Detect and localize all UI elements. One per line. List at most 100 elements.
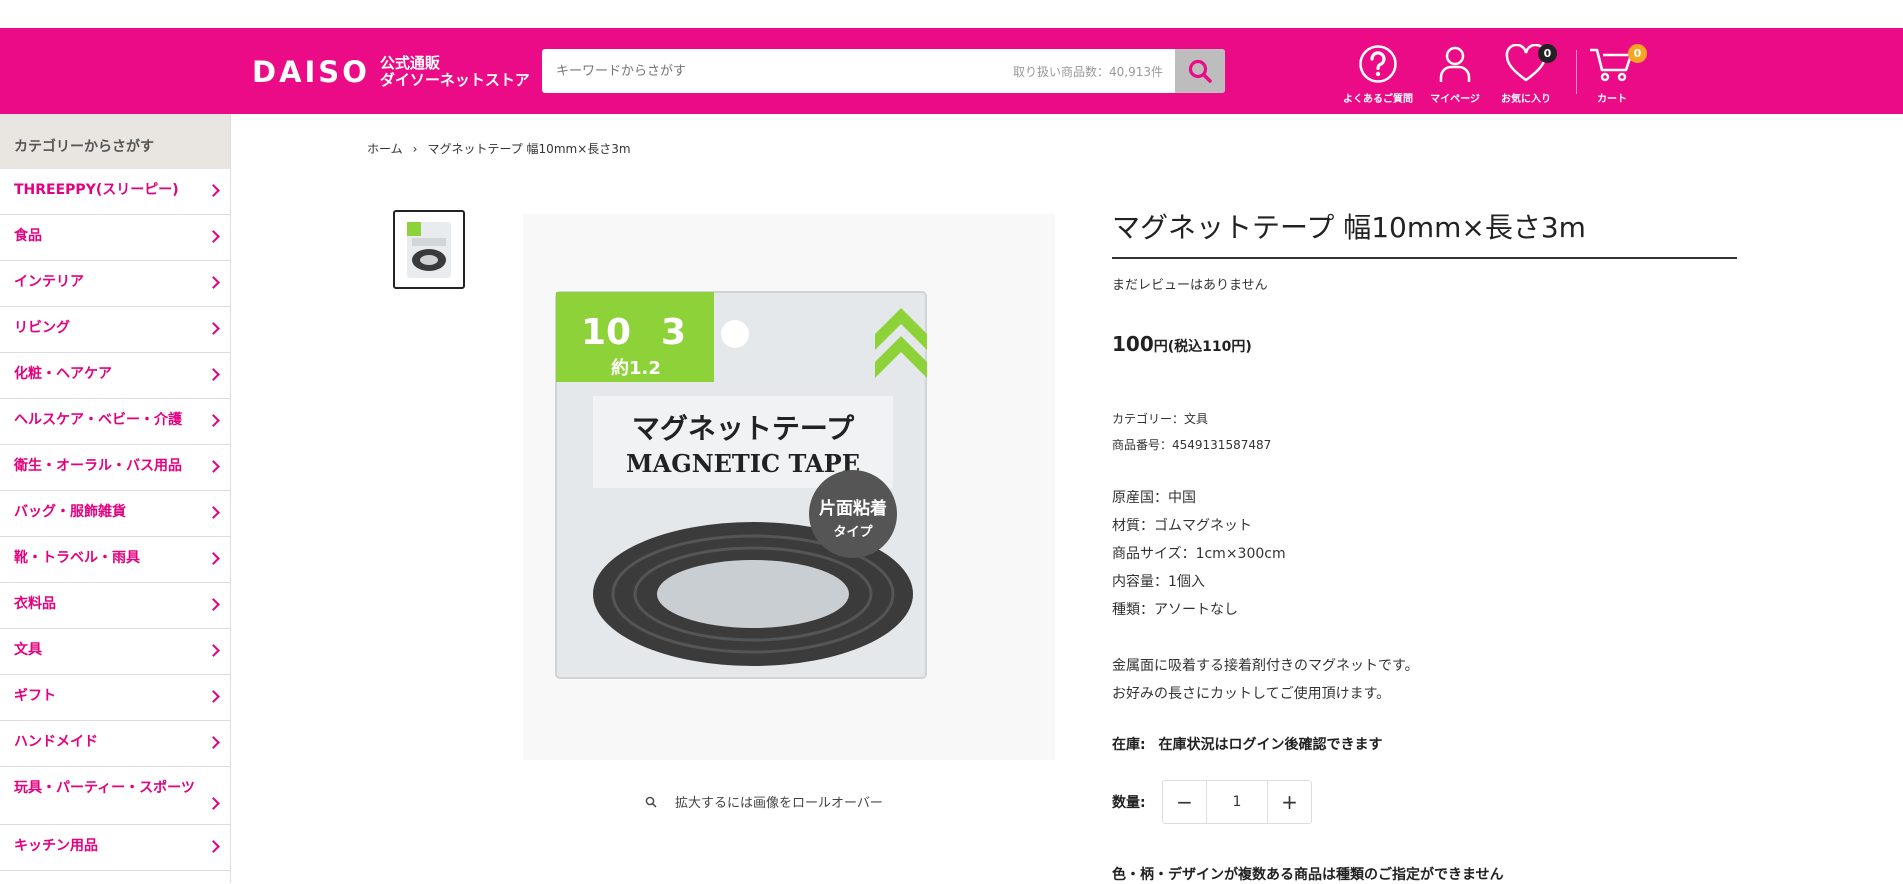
package-title-jp: マグネットテープ (632, 412, 855, 445)
chevron-right-icon (207, 839, 220, 853)
price-unit: 円(税込110円) (1153, 339, 1252, 355)
help-icon (1359, 45, 1397, 83)
chevron-right-icon: › (412, 141, 418, 156)
sidebar-item-hygiene[interactable]: 衛生・オーラル・バス用品 (0, 445, 230, 491)
chevron-right-icon (207, 689, 220, 703)
sidebar-item-handmade[interactable]: ハンドメイド (0, 721, 230, 767)
sidebar-item-label: ハンドメイド (14, 734, 98, 750)
review-status[interactable]: まだレビューはありません (1112, 274, 1268, 293)
mypage-label: マイページ (1430, 94, 1480, 105)
chevron-right-icon (207, 275, 220, 289)
sidebar-heading: カテゴリーからさがす (0, 114, 230, 169)
stock-value: 在庫状況はログイン後確認できます (1158, 737, 1383, 753)
spec-origin: 原産国：中国 (1112, 490, 1196, 506)
chevron-right-icon (207, 505, 220, 519)
package-length-text: 3 (661, 312, 686, 353)
search-icon (1188, 59, 1212, 83)
cart-label: カート (1597, 94, 1627, 105)
price-value: 100 (1112, 332, 1154, 356)
sidebar-item-cosmetics[interactable]: 化粧・ヘアケア (0, 353, 230, 399)
variant-note: 色・柄・デザインが複数ある商品は種類のご指定ができません (1112, 867, 1504, 883)
sidebar-item-bags[interactable]: バッグ・服飾雑貨 (0, 491, 230, 537)
logo-subtitle-line1: 公式通販 (379, 54, 440, 72)
favorites-label: お気に入り (1501, 94, 1551, 105)
sidebar-item-food[interactable]: 食品 (0, 215, 230, 261)
chevron-right-icon (207, 643, 220, 657)
chevron-right-icon (207, 367, 220, 381)
sidebar-item-interior[interactable]: インテリア (0, 261, 230, 307)
sidebar-item-label: 衣料品 (14, 596, 56, 612)
sidebar-item-label: THREEPPY(スリーピー) (14, 182, 179, 198)
stock-label: 在庫: (1112, 737, 1146, 753)
sidebar-item-healthcare[interactable]: ヘルスケア・ベビー・介護 (0, 399, 230, 445)
cart-link[interactable]: 0 カート (1576, 44, 1648, 105)
faq-label: よくあるご質問 (1343, 94, 1413, 105)
sidebar-item-label: リビング (14, 320, 70, 336)
sidebar-item-label: 化粧・ヘアケア (14, 366, 112, 382)
favorites-link[interactable]: 0 お気に入り (1490, 43, 1562, 105)
package-title-en: MAGNETIC TAPE (626, 449, 860, 478)
logo-subtitle-line2: ダイソーネットストア (379, 71, 530, 89)
favorites-count-badge: 0 (1538, 44, 1557, 63)
sidebar-item-living[interactable]: リビング (0, 307, 230, 353)
chevron-right-icon (207, 229, 220, 243)
spec-quantity: 内容量：1個入 (1112, 574, 1205, 590)
chevron-right-icon (207, 597, 220, 611)
product-thumbnail-image (407, 221, 451, 278)
sidebar-item-label: ギフト (14, 688, 56, 704)
product-title: マグネットテープ 幅10mm×長さ3m (1112, 211, 1586, 244)
sidebar-item-kitchen[interactable]: キッチン用品 (0, 825, 230, 871)
quantity-label: 数量: (1112, 795, 1146, 811)
cart-count-badge: 0 (1628, 44, 1647, 63)
chevron-right-icon (207, 796, 220, 810)
product-package-image: 10 3 約1.2 マグネットテープ MAGNETIC TAPE 片面粘着 タイ… (555, 291, 927, 679)
quantity-stepper: − + (1162, 780, 1312, 824)
product-main-image[interactable]: 10 3 約1.2 マグネットテープ MAGNETIC TAPE 片面粘着 タイ… (523, 214, 1055, 760)
spec-size: 商品サイズ：1cm×300cm (1112, 546, 1286, 562)
sidebar-item-clothing[interactable]: 衣料品 (0, 583, 230, 629)
stock-status: 在庫: 在庫状況はログイン後確認できます (1112, 734, 1382, 754)
breadcrumb-current: マグネットテープ 幅10mm×長さ3m (427, 142, 631, 156)
product-sku: 商品番号：4549131587487 (1112, 438, 1272, 452)
sidebar-item-label: バッグ・服飾雑貨 (14, 504, 126, 520)
product-thumbnail[interactable] (393, 210, 465, 289)
sidebar-item-label: 文具 (14, 642, 42, 658)
title-divider (1112, 257, 1737, 259)
search-bar: 取り扱い商品数：40,913件 (542, 49, 1225, 93)
sidebar-item-label: 靴・トラベル・雨具 (14, 550, 140, 566)
sidebar-item-label: 食品 (14, 228, 42, 244)
description-line-1: 金属面に吸着する接着剤付きのマグネットです。 (1112, 658, 1419, 674)
description-line-2: お好みの長さにカットしてご使用頂けます。 (1112, 686, 1391, 702)
sidebar-item-threeppy[interactable]: THREEPPY(スリーピー) (0, 169, 230, 215)
magnifier-icon (645, 796, 657, 808)
spec-material: 材質：ゴムマグネット (1112, 518, 1252, 534)
faq-link[interactable]: よくあるご質問 (1342, 44, 1414, 105)
search-button[interactable] (1175, 49, 1225, 93)
package-width-text: 10 (581, 312, 631, 353)
chevron-right-icon (207, 183, 220, 197)
spec-variety: 種類：アソートなし (1112, 602, 1238, 618)
product-price: 100円(税込110円) (1112, 332, 1252, 356)
zoom-hint: 拡大するには画像をロールオーバー (645, 792, 883, 811)
logo-wordmark: DAISO (252, 55, 370, 89)
sidebar-item-gift[interactable]: ギフト (0, 675, 230, 721)
quantity-input[interactable] (1206, 781, 1268, 823)
mypage-link[interactable]: マイページ (1419, 44, 1491, 105)
category-sidebar: カテゴリーからさがす THREEPPY(スリーピー) 食品 インテリア リビング… (0, 114, 231, 883)
quantity-decrease-button[interactable]: − (1163, 781, 1206, 823)
sidebar-item-label: 衛生・オーラル・バス用品 (14, 458, 182, 474)
user-icon (1439, 46, 1471, 82)
quantity-increase-button[interactable]: + (1268, 781, 1311, 823)
chevron-right-icon (207, 551, 220, 565)
site-logo[interactable]: DAISO 公式通販 ダイソーネットストア (252, 55, 530, 90)
product-category: カテゴリー：文具 (1112, 412, 1209, 426)
breadcrumb-home[interactable]: ホーム (367, 140, 403, 157)
sidebar-item-shoes-travel[interactable]: 靴・トラベル・雨具 (0, 537, 230, 583)
logo-subtitle: 公式通販 ダイソーネットストア (380, 55, 530, 89)
sidebar-item-toys-party-sports[interactable]: 玩具・パーティー・スポーツ (0, 767, 230, 825)
chevron-right-icon (207, 413, 220, 427)
zoom-hint-text: 拡大するには画像をロールオーバー (675, 796, 883, 811)
sidebar-item-stationery[interactable]: 文具 (0, 629, 230, 675)
sidebar-item-label: キッチン用品 (14, 838, 98, 854)
search-item-count: 取り扱い商品数：40,913件 (1013, 65, 1163, 79)
